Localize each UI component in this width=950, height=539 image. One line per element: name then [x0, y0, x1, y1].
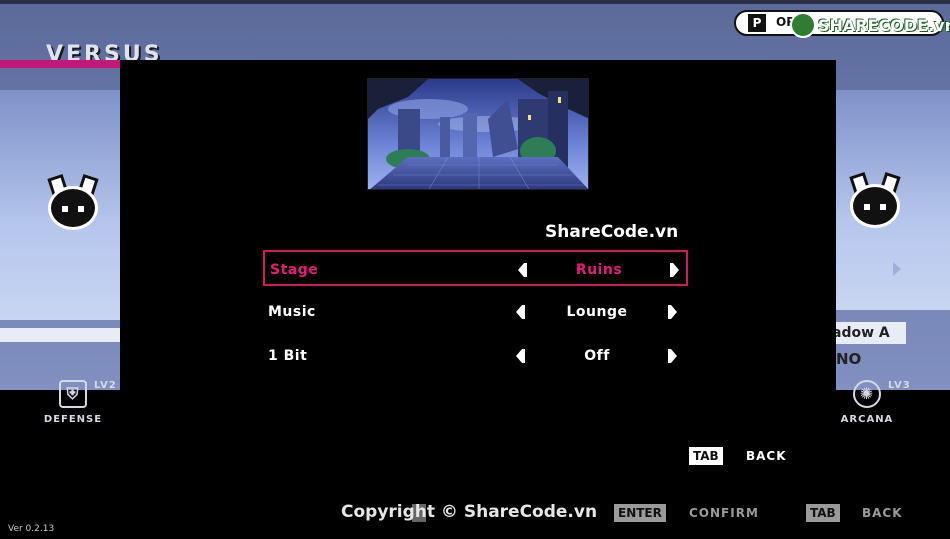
back-hint[interactable]: BACK	[746, 449, 787, 463]
option-value-stage: Ruins	[575, 262, 623, 278]
arcana-stat: ✺ LV3 ARCANA	[832, 380, 910, 425]
right-name-tag: adow A	[826, 322, 906, 344]
watermark-text: ShareCode.vn	[545, 222, 679, 242]
sharecode-logo: SHARECODE.vn	[790, 8, 950, 42]
hud-p-badge: P	[748, 14, 766, 32]
arrow-right-icon[interactable]	[668, 349, 678, 363]
right-next-arrow-icon[interactable]	[893, 262, 901, 276]
version-label: Ver 0.2.13	[8, 524, 55, 534]
tab-key-badge-footer: TAB	[806, 504, 840, 522]
arrow-left-icon[interactable]	[516, 349, 526, 363]
option-row-stage[interactable]: Stage Ruins	[263, 250, 688, 286]
defense-level: LV2	[94, 380, 117, 391]
copyright-watermark: Copyright © ShareCode.vn	[341, 502, 598, 522]
logo-mark-icon	[790, 12, 816, 38]
option-row-music[interactable]: Music Lounge	[263, 294, 688, 330]
arrow-left-icon[interactable]	[518, 263, 528, 277]
shield-icon: ⛨	[59, 380, 87, 408]
versus-accent-bar	[0, 60, 120, 68]
option-value-music: Lounge	[566, 304, 628, 320]
option-label-music: Music	[268, 304, 316, 320]
stage-preview-image	[367, 78, 589, 190]
enter-key-badge: ENTER	[614, 504, 666, 522]
arcana-label: ARCANA	[840, 414, 894, 425]
arcana-sigil-icon: ✺	[853, 380, 881, 408]
option-label-stage: Stage	[270, 262, 319, 278]
arcana-level: LV3	[888, 380, 911, 391]
option-value-1bit: Off	[584, 348, 610, 364]
option-row-1bit[interactable]: 1 Bit Off	[263, 338, 688, 374]
right-no-text: NO	[836, 350, 862, 368]
back-hint-footer: BACK	[862, 506, 903, 520]
defense-stat: ⛨ LV2 DEFENSE	[38, 380, 116, 425]
arrow-right-icon[interactable]	[668, 305, 678, 319]
left-name-strip	[0, 328, 120, 342]
player-one-character	[46, 174, 100, 236]
player-two-character	[848, 172, 902, 234]
logo-text: SHARECODE.vn	[818, 16, 950, 35]
tab-key-badge[interactable]: TAB	[689, 447, 723, 465]
arrow-left-icon[interactable]	[516, 305, 526, 319]
confirm-hint: CONFIRM	[689, 506, 759, 520]
arrow-right-icon[interactable]	[670, 263, 680, 277]
defense-label: DEFENSE	[43, 414, 103, 425]
ruins-preview-art	[368, 79, 588, 189]
option-label-1bit: 1 Bit	[268, 348, 308, 364]
